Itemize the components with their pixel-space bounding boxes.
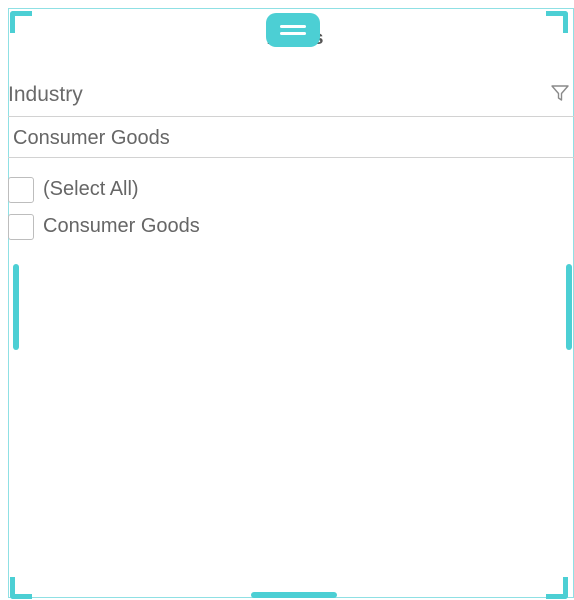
drag-handle[interactable] [266, 13, 320, 47]
filter-field-label: Industry [8, 83, 83, 106]
option-label: Consumer Goods [43, 215, 200, 237]
funnel-icon[interactable] [550, 83, 570, 103]
resize-handle-right[interactable] [566, 264, 572, 350]
option-select-all[interactable]: (Select All) [8, 171, 568, 208]
filter-field-header: Industry [8, 80, 574, 117]
drag-handle-line [280, 32, 306, 35]
resize-handle-bottom-right[interactable] [546, 577, 568, 599]
drag-handle-line [280, 25, 306, 28]
checkbox[interactable] [8, 176, 34, 203]
filter-search-input[interactable] [8, 120, 574, 158]
option-label: (Select All) [43, 178, 139, 200]
resize-handle-top-right[interactable] [546, 11, 568, 33]
resize-handle-bottom[interactable] [251, 592, 337, 598]
option-consumer-goods[interactable]: Consumer Goods [8, 208, 568, 245]
filter-options-list: (Select All) Consumer Goods [8, 171, 568, 245]
resize-handle-left[interactable] [13, 264, 19, 350]
checkbox[interactable] [8, 213, 34, 240]
resize-handle-top-left[interactable] [10, 11, 32, 33]
resize-handle-bottom-left[interactable] [10, 577, 32, 599]
